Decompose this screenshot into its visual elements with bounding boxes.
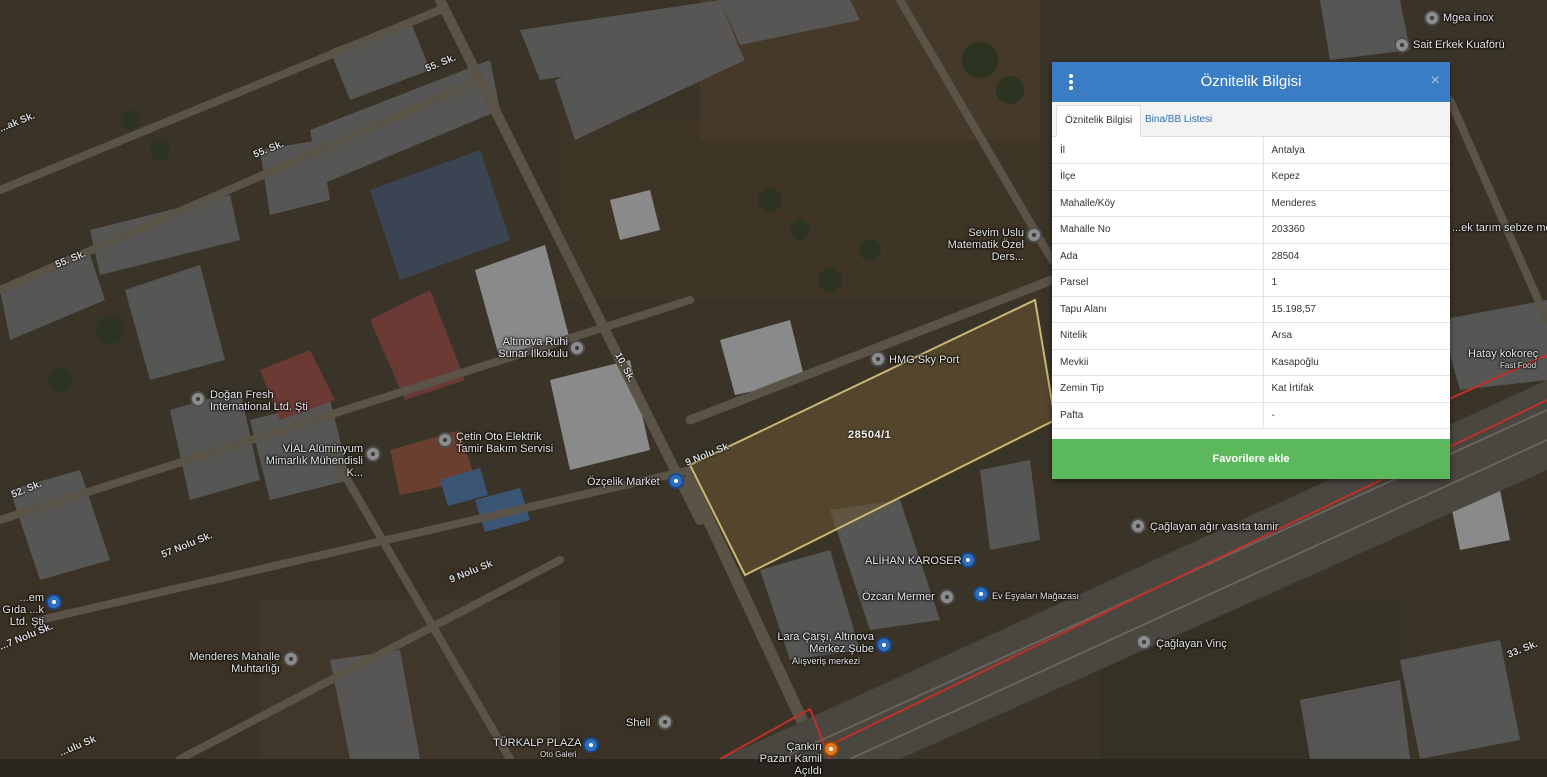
place-label[interactable]: VİAL Alüminyum Mimarlık Mühendisli K... [250, 443, 363, 479]
table-row: Pafta - [1052, 402, 1450, 429]
table-row: İlçe Kepez [1052, 163, 1450, 191]
place-label[interactable]: Çetin Oto Elektrik Tamir Bakım Servisi [456, 431, 566, 455]
attribute-table: İl Antalya İlçe Kepez Mahalle/Köy Menderes … [1052, 137, 1450, 429]
fuel-pin-icon[interactable] [657, 714, 673, 730]
store-pin-icon[interactable] [46, 594, 62, 610]
attribute-value: Arsa [1263, 322, 1450, 350]
panel-title: Öznitelik Bilgisi [1200, 73, 1302, 90]
place-label[interactable]: Çağlayan Vinç [1156, 638, 1227, 650]
store-pin-icon[interactable] [668, 473, 684, 489]
table-row: Zemin Tip Kat İrtifak [1052, 375, 1450, 403]
table-row: Nitelik Arsa [1052, 322, 1450, 350]
attribute-key: Tapu Alanı [1052, 296, 1264, 323]
place-pin-icon[interactable] [190, 391, 206, 407]
place-label[interactable]: Hatay kokoreç [1468, 348, 1538, 360]
store-pin-icon[interactable] [960, 552, 976, 568]
place-category-label: Fast Food [1500, 361, 1537, 370]
table-row: Ada 28504 [1052, 243, 1450, 270]
place-label[interactable]: Menderes Mahalle Muhtarlığı [180, 651, 281, 675]
attribute-value: Kasapoğlu [1263, 349, 1450, 376]
market-pin-icon[interactable] [823, 741, 839, 757]
attribute-value: 203360 [1263, 216, 1450, 244]
tab-building-list[interactable]: Bina/BB Listesi [1137, 105, 1220, 135]
place-label[interactable]: Çağlayan ağır vasıta tamir [1150, 521, 1278, 533]
place-label[interactable]: ...em Gıda ...k Ltd. Şti [0, 592, 44, 628]
place-label[interactable]: Mgea inox [1443, 12, 1494, 24]
place-pin-icon[interactable] [1424, 10, 1440, 26]
place-pin-icon[interactable] [569, 340, 585, 356]
attribute-key: Pafta [1052, 402, 1264, 429]
attribute-key: Mevkii [1052, 349, 1264, 376]
place-pin-icon[interactable] [1136, 634, 1152, 650]
place-label[interactable]: ALİHAN KAROSER [865, 555, 962, 567]
place-category-label: Alışveriş merkezi [792, 656, 861, 666]
parcel-label: 28504/1 [848, 429, 892, 441]
attribute-value: Kepez [1263, 163, 1450, 191]
attribute-key: Zemin Tip [1052, 375, 1264, 403]
attribute-key: Mahalle No [1052, 216, 1264, 244]
attribute-value: Kat İrtifak [1263, 375, 1450, 403]
place-label[interactable]: Sevim Uslu Matematik Özel Ders... [916, 227, 1024, 263]
attribute-key: Mahalle/Köy [1052, 190, 1264, 217]
place-pin-icon[interactable] [283, 651, 299, 667]
attribute-value: 1 [1263, 269, 1450, 297]
table-row: Mahalle No 203360 [1052, 216, 1450, 244]
place-label[interactable]: Sait Erkek Kuaförü [1413, 39, 1505, 51]
place-label[interactable]: Özçelik Market [587, 476, 660, 488]
table-row: İl Antalya [1052, 137, 1450, 164]
table-row: Tapu Alanı 15.198,57 [1052, 296, 1450, 323]
place-pin-icon[interactable] [870, 351, 886, 367]
place-label[interactable]: Altınova Ruhi Sunar İlkokulu [480, 336, 568, 360]
panel-tabs: Öznitelik Bilgisi Bina/BB Listesi [1052, 102, 1450, 137]
place-label[interactable]: ...ek tarım sebze meyve [1452, 222, 1547, 234]
place-category-label: Oto Galeri [540, 750, 577, 759]
attribute-info-panel: Öznitelik Bilgisi × Öznitelik Bilgisi Bi… [1052, 62, 1450, 479]
place-pin-icon[interactable] [1026, 227, 1042, 243]
place-label[interactable]: Ev Eşyaları Mağazası [992, 590, 1079, 602]
table-row: Parsel 1 [1052, 269, 1450, 297]
table-row: Mevkii Kasapoğlu [1052, 349, 1450, 376]
place-pin-icon[interactable] [437, 432, 453, 448]
place-label[interactable]: Lara Çarşı, Altınova Merkez Şube [770, 631, 874, 655]
attribute-value: Menderes [1263, 190, 1450, 217]
attribute-key: Ada [1052, 243, 1264, 270]
place-label[interactable]: Doğan Fresh International Ltd. Şti [210, 389, 330, 413]
attribute-key: Parsel [1052, 269, 1264, 297]
add-to-favorites-button[interactable]: Favorilere ekle [1052, 439, 1450, 479]
store-pin-icon[interactable] [583, 737, 599, 753]
place-label[interactable]: Özcan Mermer [862, 591, 935, 603]
place-pin-icon[interactable] [1394, 37, 1410, 53]
place-label[interactable]: Çankırı Pazarı Kamil Açıldı [752, 741, 822, 777]
place-pin-icon[interactable] [1130, 518, 1146, 534]
table-row: Mahalle/Köy Menderes [1052, 190, 1450, 217]
attribute-value: Antalya [1263, 137, 1450, 164]
close-icon[interactable]: × [1431, 72, 1440, 90]
panel-header: Öznitelik Bilgisi × [1052, 62, 1450, 102]
attribute-key: İl [1052, 137, 1264, 164]
place-pin-icon[interactable] [939, 589, 955, 605]
store-pin-icon[interactable] [876, 637, 892, 653]
attribute-value: - [1263, 402, 1450, 429]
store-pin-icon[interactable] [973, 586, 989, 602]
attribute-key: İlçe [1052, 163, 1264, 191]
attribute-key: Nitelik [1052, 322, 1264, 350]
tab-attribute-info[interactable]: Öznitelik Bilgisi [1056, 105, 1142, 137]
place-label[interactable]: TÜRKALP PLAZA [493, 737, 581, 749]
place-label[interactable]: HMG Sky Port [889, 354, 959, 366]
place-pin-icon[interactable] [365, 446, 381, 462]
attribute-value: 28504 [1263, 243, 1450, 270]
place-label[interactable]: Shell [626, 717, 650, 729]
attribute-value: 15.198,57 [1263, 296, 1450, 323]
